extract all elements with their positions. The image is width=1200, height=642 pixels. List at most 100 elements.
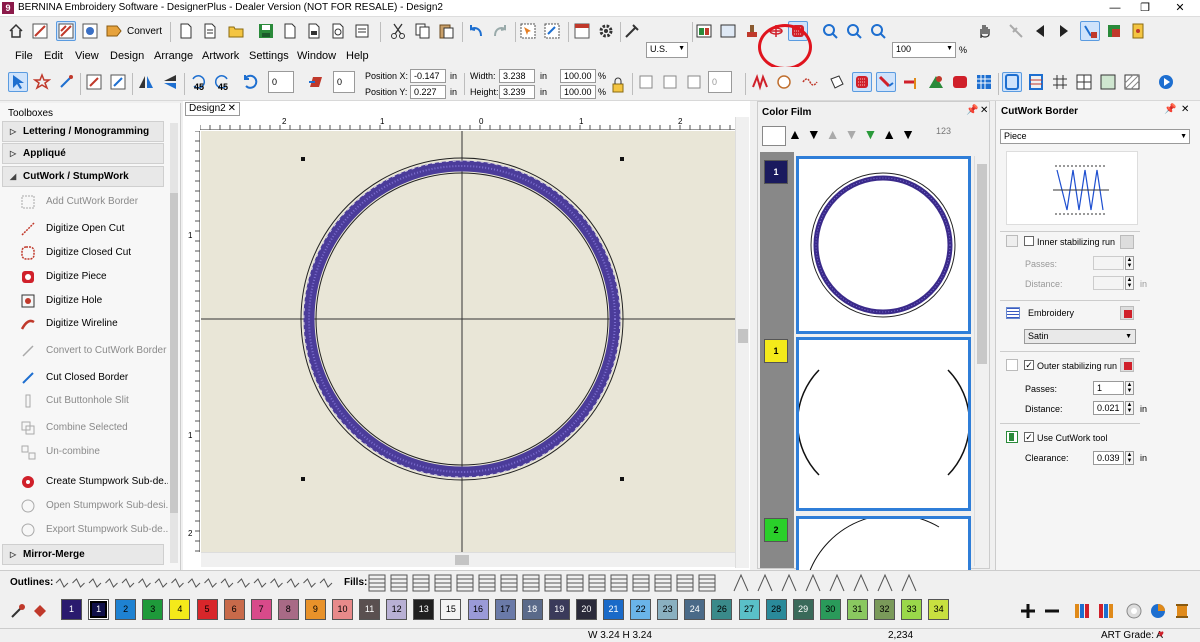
fill-stitch-type-icon[interactable] <box>610 574 628 592</box>
menu-arrange[interactable]: Arrange <box>154 50 193 62</box>
stitch-player-icon[interactable] <box>1128 21 1148 41</box>
fill-stitch-type-icon[interactable] <box>522 574 540 592</box>
skew-angle-field[interactable]: 0 <box>333 71 355 93</box>
zoom-in-icon[interactable] <box>820 21 840 41</box>
scale-up-icon[interactable] <box>84 72 104 92</box>
add-color-icon[interactable] <box>1018 601 1038 621</box>
color-swatch[interactable]: 32 <box>874 599 895 620</box>
inner-run-settings-icon[interactable] <box>1120 235 1134 249</box>
scale-down-icon[interactable] <box>108 72 128 92</box>
outline-stitch-type-icon[interactable] <box>286 578 300 588</box>
rotate-15-icon[interactable] <box>684 72 704 92</box>
menu-edit[interactable]: Edit <box>44 50 63 62</box>
tool-combine-selected[interactable]: Combine Selected <box>18 418 168 438</box>
travel-back-icon[interactable] <box>1030 21 1050 41</box>
play-stitch-icon[interactable] <box>1156 72 1176 92</box>
move-down-icon[interactable]: ▼ <box>845 126 864 142</box>
width-field[interactable]: 3.238 <box>499 69 535 83</box>
outline-stitch-type-icon[interactable] <box>138 578 151 588</box>
move-first-icon[interactable]: ▲ <box>882 126 901 142</box>
settings-gear-icon[interactable] <box>596 21 616 41</box>
color-swatch[interactable]: 24 <box>684 599 706 620</box>
film-frame-1[interactable] <box>796 156 971 334</box>
tool-add-cutwork-border[interactable]: Add CutWork Border <box>18 192 168 212</box>
group-lettering-monogramming[interactable]: Lettering / Monogramming <box>2 121 164 142</box>
color-swatch[interactable]: 1 <box>61 599 82 620</box>
stitch-view-icon[interactable] <box>56 21 76 41</box>
color-wheel-icon[interactable] <box>1096 601 1116 621</box>
move-next-icon[interactable]: ▼ <box>863 126 882 142</box>
mirror-horizontal-icon[interactable] <box>136 72 156 92</box>
menu-window[interactable]: Window <box>297 50 336 62</box>
color-swatch[interactable]: 2 <box>115 599 137 620</box>
outline-stitch-type-icon[interactable] <box>55 578 69 588</box>
stitch-wave-icon[interactable] <box>800 72 820 92</box>
fill-stitch-type-icon[interactable] <box>434 574 452 592</box>
print-preview-icon[interactable] <box>328 21 348 41</box>
border-type-select[interactable]: Piece ▼ <box>1000 129 1190 144</box>
color-picker-icon[interactable] <box>8 601 28 621</box>
select-arrow-icon[interactable] <box>8 72 28 92</box>
film-frame-3[interactable] <box>796 514 971 574</box>
fill-stitch-type-icon[interactable] <box>390 574 408 592</box>
inner-run-checkbox[interactable] <box>1024 236 1034 246</box>
fill-stitch-type-icon[interactable] <box>654 574 672 592</box>
color-swatch[interactable]: 19 <box>548 599 570 620</box>
color-swatch[interactable]: 13 <box>413 599 435 620</box>
clearance-spinner[interactable]: ▲ ▼ <box>1125 451 1134 465</box>
inner-passes-spinner[interactable]: ▲ ▼ <box>1125 256 1134 270</box>
film-frame-2[interactable] <box>796 337 971 511</box>
color-swatch[interactable]: 20 <box>575 599 597 620</box>
special-stitch-type-icon[interactable] <box>733 573 749 592</box>
color-swatch[interactable]: 34 <box>928 599 950 620</box>
tool-digitize-wireline[interactable]: Digitize Wireline <box>18 314 168 334</box>
tool-digitize-open-cut[interactable]: Digitize Open Cut <box>18 219 168 239</box>
tool-cut-closed-border[interactable]: Cut Closed Border <box>18 368 168 388</box>
fill-stitch-type-icon[interactable] <box>676 574 694 592</box>
width-percent-field[interactable]: 100.00 <box>560 69 596 83</box>
color-swatch[interactable]: 11 <box>359 599 381 620</box>
zoom-box-icon[interactable] <box>844 21 864 41</box>
thread-spool-icon[interactable] <box>1172 601 1192 621</box>
rotate-right-45-button[interactable]: 45 <box>212 72 234 96</box>
remove-color-icon[interactable] <box>1042 601 1062 621</box>
move-to-bottom-icon[interactable]: ▼ <box>807 126 826 142</box>
select-object-icon[interactable] <box>518 21 538 41</box>
fill-stitch-type-icon[interactable] <box>698 574 716 592</box>
color-swatch[interactable]: 6 <box>223 599 245 620</box>
panel-close-icon[interactable]: ✕ <box>980 105 988 116</box>
point-select-icon[interactable] <box>56 72 76 92</box>
outline-stitch-type-icon[interactable] <box>171 578 184 588</box>
open-folder-icon[interactable] <box>226 21 246 41</box>
color-swatch[interactable]: 26 <box>711 599 733 620</box>
undo-icon[interactable] <box>466 21 486 41</box>
mirror-vertical-icon[interactable] <box>160 72 180 92</box>
outline-stitch-type-icon[interactable] <box>88 578 102 588</box>
fill-stitch-type-icon[interactable] <box>544 574 562 592</box>
color-swatch[interactable]: 8 <box>277 599 299 620</box>
canvas-vertical-scrollbar[interactable] <box>735 117 749 568</box>
color-swatch[interactable]: 31 <box>846 599 868 620</box>
document-tab[interactable]: Design2 ✕ <box>185 102 240 116</box>
group-mirror-merge[interactable]: Mirror-Merge <box>2 544 164 565</box>
travel-by-color-icon[interactable] <box>1104 21 1124 41</box>
outline-stitch-type-icon[interactable] <box>237 578 250 588</box>
lock-proportions-icon[interactable] <box>608 75 628 95</box>
panel-close-icon[interactable]: ✕ <box>1181 104 1189 115</box>
skew-icon[interactable] <box>306 72 326 92</box>
pan-hand-icon[interactable] <box>974 21 994 41</box>
color-swatch[interactable]: 28 <box>765 599 787 620</box>
rotate-15-right-icon[interactable] <box>660 72 680 92</box>
outer-passes-field[interactable]: 1 <box>1093 381 1124 395</box>
travel-by-object-icon[interactable] <box>1080 21 1100 41</box>
fill-stitch-type-icon[interactable] <box>632 574 650 592</box>
outer-passes-spinner[interactable]: ▲ ▼ <box>1125 381 1134 395</box>
special-stitch-type-icon[interactable] <box>781 573 797 592</box>
selection-handle[interactable] <box>620 477 624 481</box>
outline-stitch-type-icon[interactable] <box>319 578 333 588</box>
copy-icon[interactable] <box>412 21 432 41</box>
redo-icon[interactable] <box>490 21 510 41</box>
outline-stitch-type-icon[interactable] <box>220 578 234 588</box>
minimize-button[interactable]: — <box>1100 1 1130 15</box>
paste-icon[interactable] <box>436 21 456 41</box>
